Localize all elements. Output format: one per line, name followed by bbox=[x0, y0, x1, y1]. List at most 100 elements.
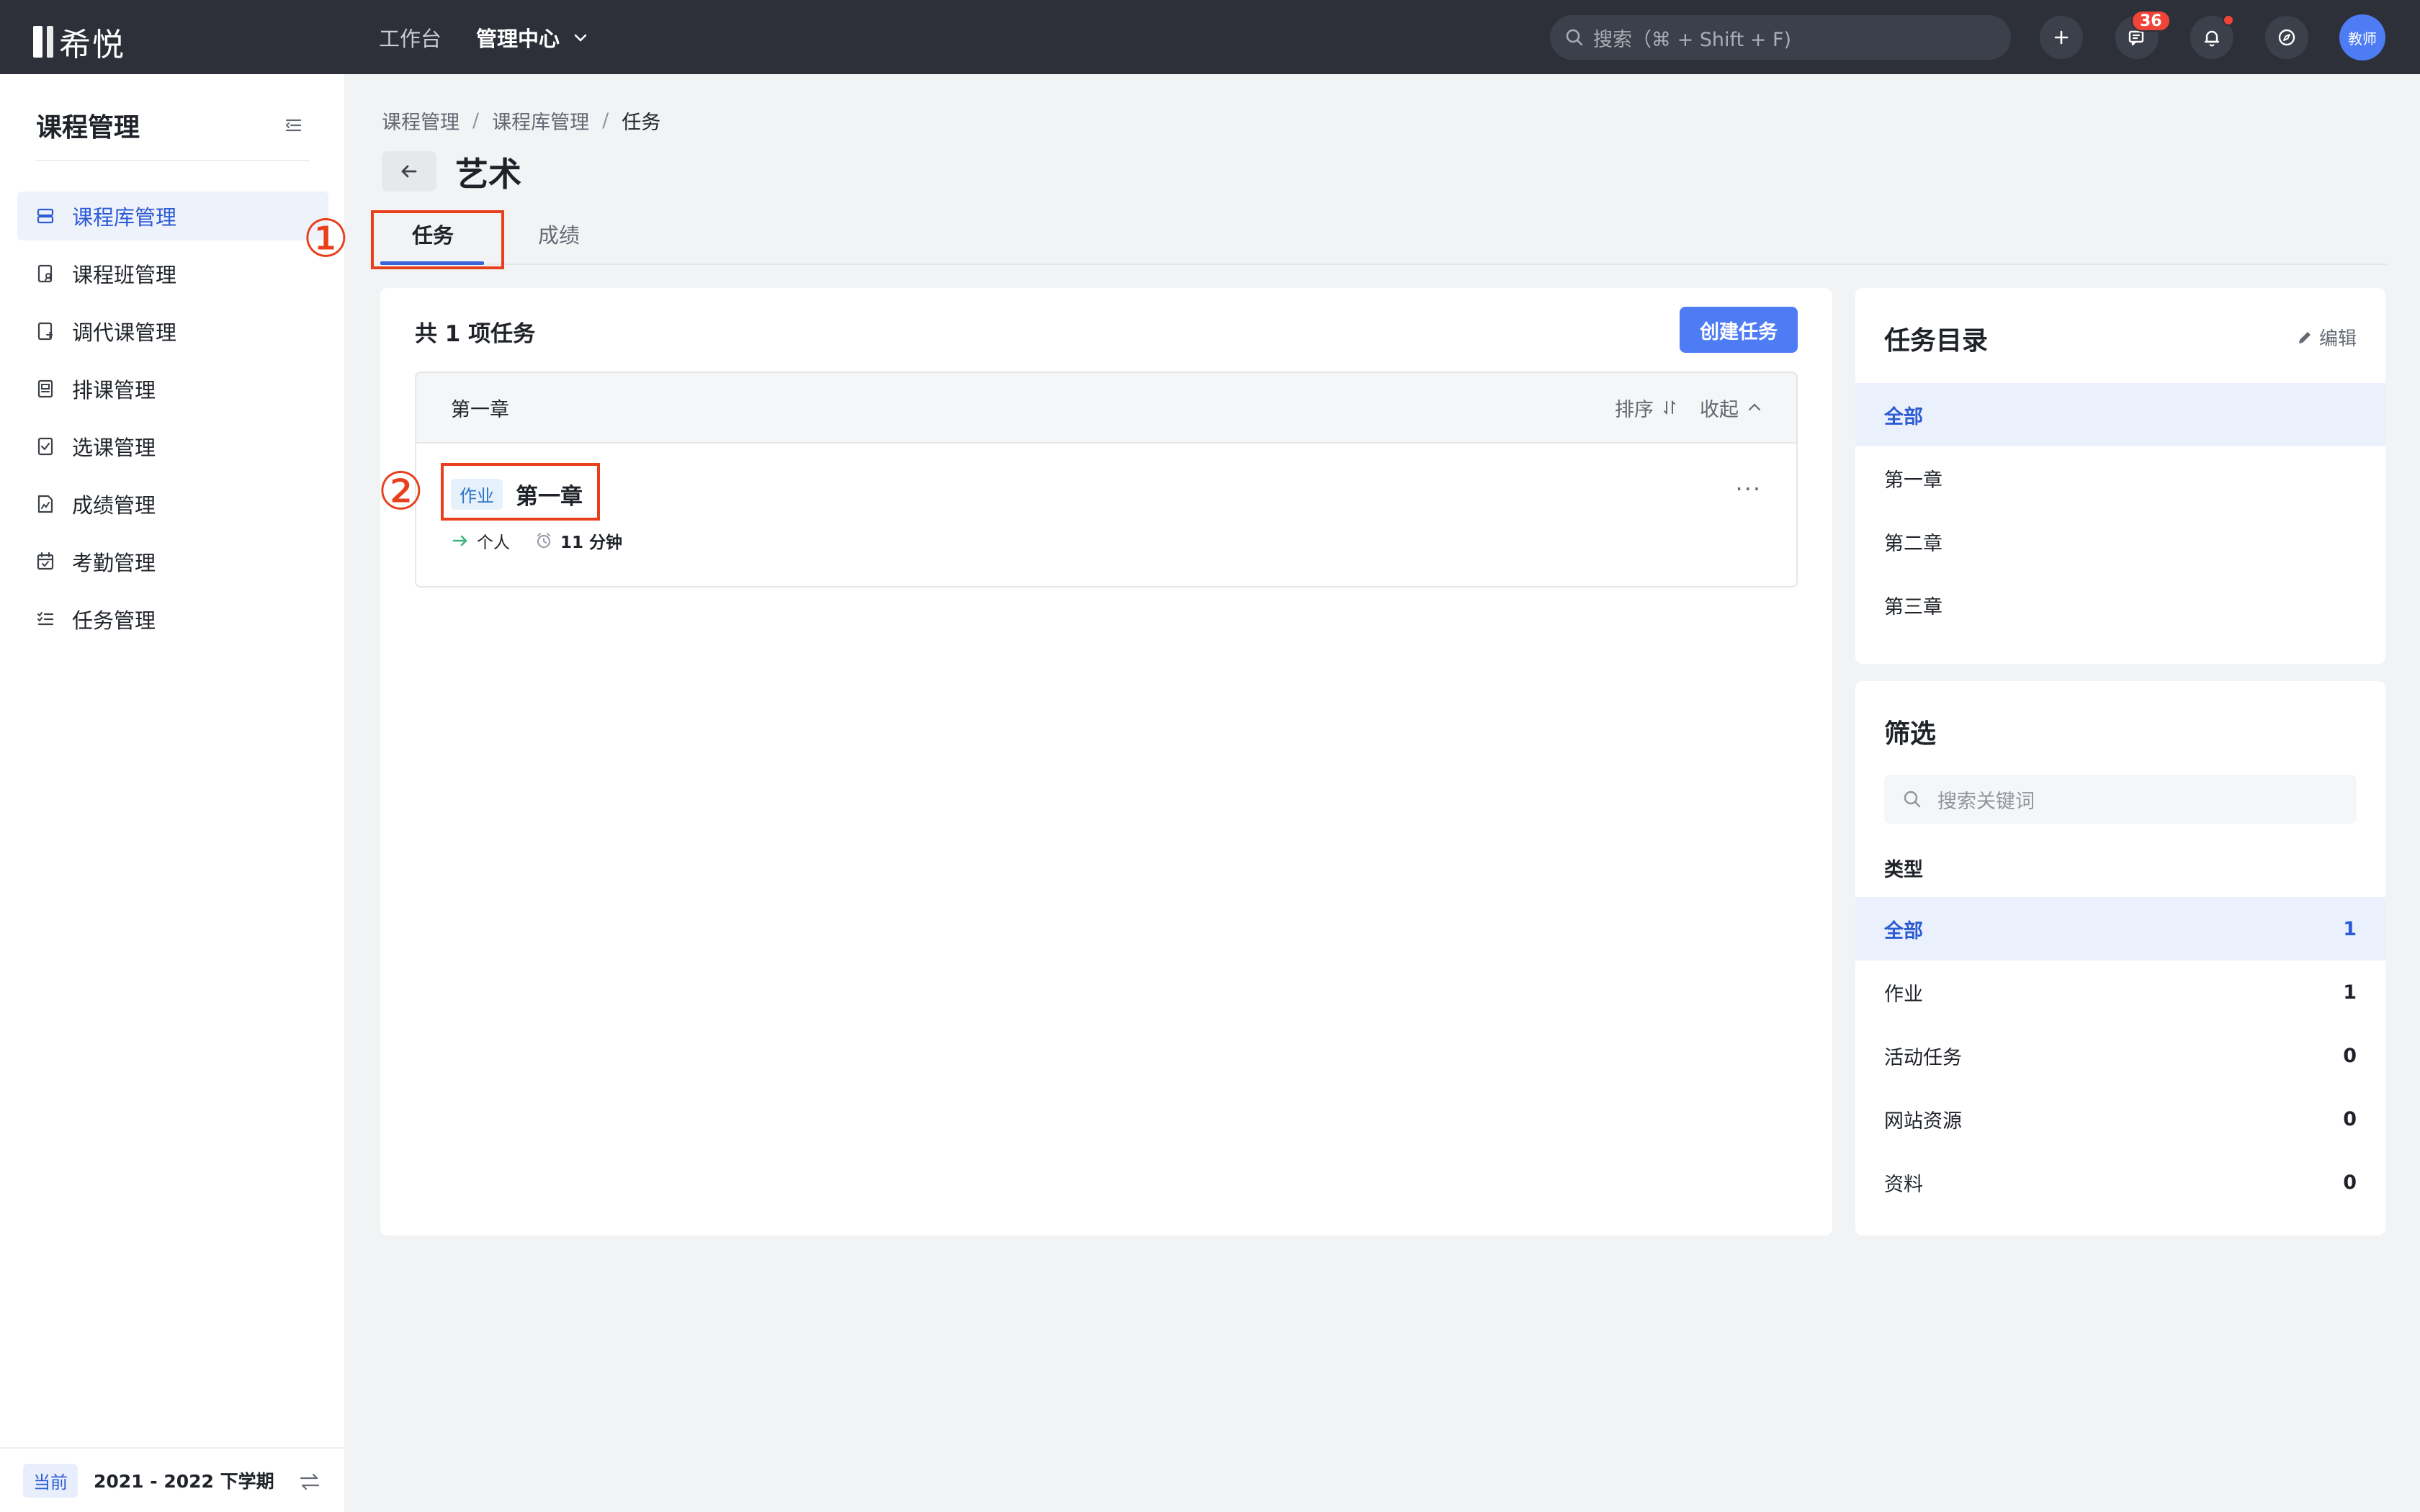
create-task-button[interactable]: 创建任务 bbox=[1680, 307, 1798, 353]
type-label: 资料 bbox=[1884, 1173, 1923, 1196]
breadcrumb: 课程管理 / 课程库管理 / 任务 bbox=[382, 107, 660, 135]
nav-admin-center[interactable]: 管理中心 bbox=[476, 22, 588, 53]
catalog-item[interactable]: 第二章 bbox=[1855, 510, 2385, 573]
sort-label: 排序 bbox=[1615, 398, 1654, 421]
app-switch-button[interactable] bbox=[2265, 16, 2308, 59]
sidebar-item-tasks[interactable]: 任务管理 bbox=[17, 595, 328, 644]
task-duration: 11 分钟 bbox=[534, 528, 622, 553]
plus-icon bbox=[2054, 30, 2069, 45]
nav-workbench[interactable]: 工作台 bbox=[379, 22, 442, 53]
type-filter-web-resource[interactable]: 网站资源 0 bbox=[1855, 1087, 2385, 1151]
arrow-left-icon bbox=[401, 165, 417, 178]
breadcrumb-separator: / bbox=[602, 109, 609, 132]
sort-icon bbox=[1664, 400, 1675, 415]
type-filter-all[interactable]: 全部 1 bbox=[1855, 897, 2385, 960]
type-label: 活动任务 bbox=[1884, 1046, 1962, 1069]
sidebar-item-substitute[interactable]: 调代课管理 bbox=[17, 307, 328, 356]
type-label: 作业 bbox=[1884, 983, 1923, 1006]
sidebar-item-label: 选课管理 bbox=[72, 436, 156, 460]
type-count: 0 bbox=[2343, 1107, 2357, 1130]
back-button[interactable] bbox=[382, 151, 436, 192]
sort-button[interactable]: 排序 bbox=[1615, 394, 1678, 422]
brand-logo[interactable]: 希悦 bbox=[33, 19, 125, 65]
top-bar: 希悦 工作台 管理中心 搜索（⌘ + Shift + F) 36 教师 bbox=[0, 0, 2420, 74]
type-filter-activity[interactable]: 活动任务 0 bbox=[1855, 1024, 2385, 1087]
chapter-name: 第一章 bbox=[451, 398, 509, 421]
global-search-input[interactable]: 搜索（⌘ + Shift + F) bbox=[1550, 15, 2011, 60]
arrow-right-icon bbox=[452, 535, 467, 546]
type-count: 1 bbox=[2343, 981, 2357, 1004]
notification-dot bbox=[2223, 14, 2234, 26]
add-button[interactable] bbox=[2040, 16, 2083, 59]
annotation-marker: ① bbox=[302, 208, 349, 269]
user-avatar[interactable]: 教师 bbox=[2339, 14, 2385, 60]
task-scope: 个人 bbox=[451, 528, 510, 553]
task-row[interactable]: 作业 第一章 个人 11 分钟 ··· bbox=[416, 444, 1796, 586]
database-icon bbox=[37, 208, 54, 224]
search-icon bbox=[1904, 791, 1921, 808]
sidebar-item-attendance[interactable]: 考勤管理 bbox=[17, 537, 328, 586]
task-scope-label: 个人 bbox=[477, 534, 510, 552]
type-count: 0 bbox=[2343, 1044, 2357, 1067]
sidebar-item-label: 排课管理 bbox=[72, 378, 156, 402]
collapse-chapter-button[interactable]: 收起 bbox=[1700, 394, 1763, 422]
type-filter-homework[interactable]: 作业 1 bbox=[1855, 960, 2385, 1024]
chapter-tools: 排序 收起 bbox=[1615, 373, 1763, 442]
type-filter-label: 类型 bbox=[1884, 859, 1923, 881]
pencil-icon bbox=[2298, 331, 2311, 343]
tab-bar: 任务 成绩 bbox=[380, 209, 2387, 265]
substitute-icon bbox=[37, 322, 53, 341]
keyword-search-input[interactable]: 搜索关键词 bbox=[1884, 775, 2357, 824]
breadcrumb-course-management[interactable]: 课程管理 bbox=[382, 107, 460, 135]
sidebar-menu: 课程库管理 课程班管理 调代课管理 排课管理 选课管理 成绩管理 考勤管理 任务… bbox=[17, 192, 328, 652]
collapse-sidebar-icon[interactable] bbox=[282, 114, 304, 136]
catalog-item[interactable]: 第一章 bbox=[1855, 446, 2385, 510]
annotation-highlight-box bbox=[371, 210, 504, 269]
nav-admin-center-label: 管理中心 bbox=[476, 26, 560, 51]
schedule-icon bbox=[37, 379, 53, 398]
sidebar-item-grades[interactable]: 成绩管理 bbox=[17, 480, 328, 528]
type-filter-list: 全部 1 作业 1 活动任务 0 网站资源 0 资料 0 bbox=[1855, 897, 2385, 1214]
type-filter-material[interactable]: 资料 0 bbox=[1855, 1151, 2385, 1214]
sidebar-item-label: 课程班管理 bbox=[72, 263, 177, 287]
filter-title: 筛选 bbox=[1884, 719, 1937, 749]
logo-mark-icon bbox=[33, 26, 53, 58]
sidebar-divider bbox=[36, 160, 310, 161]
compass-icon bbox=[2278, 29, 2295, 46]
sidebar-item-course-library[interactable]: 课程库管理 bbox=[17, 192, 328, 240]
task-list-icon bbox=[37, 612, 54, 626]
chevron-down-icon bbox=[574, 34, 587, 42]
tab-grades[interactable]: 成绩 bbox=[538, 219, 580, 249]
sidebar-item-course-class[interactable]: 课程班管理 bbox=[17, 249, 328, 298]
current-term: 2021 - 2022 下学期 bbox=[94, 1471, 274, 1492]
task-list-card: 共 1 项任务 创建任务 第一章 排序 收起 作业 第一章 个人 11 分钟 ·… bbox=[380, 288, 1832, 1236]
task-count: 共 1 项任务 bbox=[415, 321, 536, 347]
search-placeholder: 搜索（⌘ + Shift + F) bbox=[1593, 28, 1792, 51]
sidebar-item-label: 课程库管理 bbox=[72, 205, 177, 230]
bell-icon bbox=[2204, 30, 2220, 47]
type-count: 0 bbox=[2343, 1171, 2357, 1194]
type-count: 1 bbox=[2343, 917, 2357, 940]
edit-catalog-button[interactable]: 编辑 bbox=[2296, 324, 2357, 351]
sidebar-title: 课程管理 bbox=[36, 113, 140, 143]
more-options-button[interactable]: ··· bbox=[1735, 475, 1762, 503]
collapse-label: 收起 bbox=[1700, 398, 1739, 421]
calendar-icon bbox=[37, 552, 54, 570]
keyword-search-placeholder: 搜索关键词 bbox=[1937, 790, 2035, 813]
term-switcher[interactable]: 当前 2021 - 2022 下学期 bbox=[0, 1447, 344, 1512]
breadcrumb-course-library[interactable]: 课程库管理 bbox=[492, 107, 589, 135]
breadcrumb-current: 任务 bbox=[622, 112, 661, 134]
task-meta: 个人 11 分钟 bbox=[451, 528, 647, 553]
swap-icon[interactable] bbox=[298, 1472, 321, 1492]
breadcrumb-separator: / bbox=[472, 109, 480, 132]
top-nav: 工作台 管理中心 bbox=[379, 0, 588, 74]
task-duration-label: 11 分钟 bbox=[560, 534, 623, 552]
catalog-item[interactable]: 第三章 bbox=[1855, 573, 2385, 636]
annotation-highlight-box bbox=[441, 463, 600, 521]
sidebar-item-schedule[interactable]: 排课管理 bbox=[17, 364, 328, 413]
chapter-header: 第一章 排序 收起 bbox=[416, 373, 1796, 444]
sidebar-item-label: 考勤管理 bbox=[72, 551, 156, 575]
catalog-item-all[interactable]: 全部 bbox=[1855, 383, 2385, 446]
sidebar-item-course-selection[interactable]: 选课管理 bbox=[17, 422, 328, 471]
message-count-badge: 36 bbox=[2131, 10, 2171, 32]
